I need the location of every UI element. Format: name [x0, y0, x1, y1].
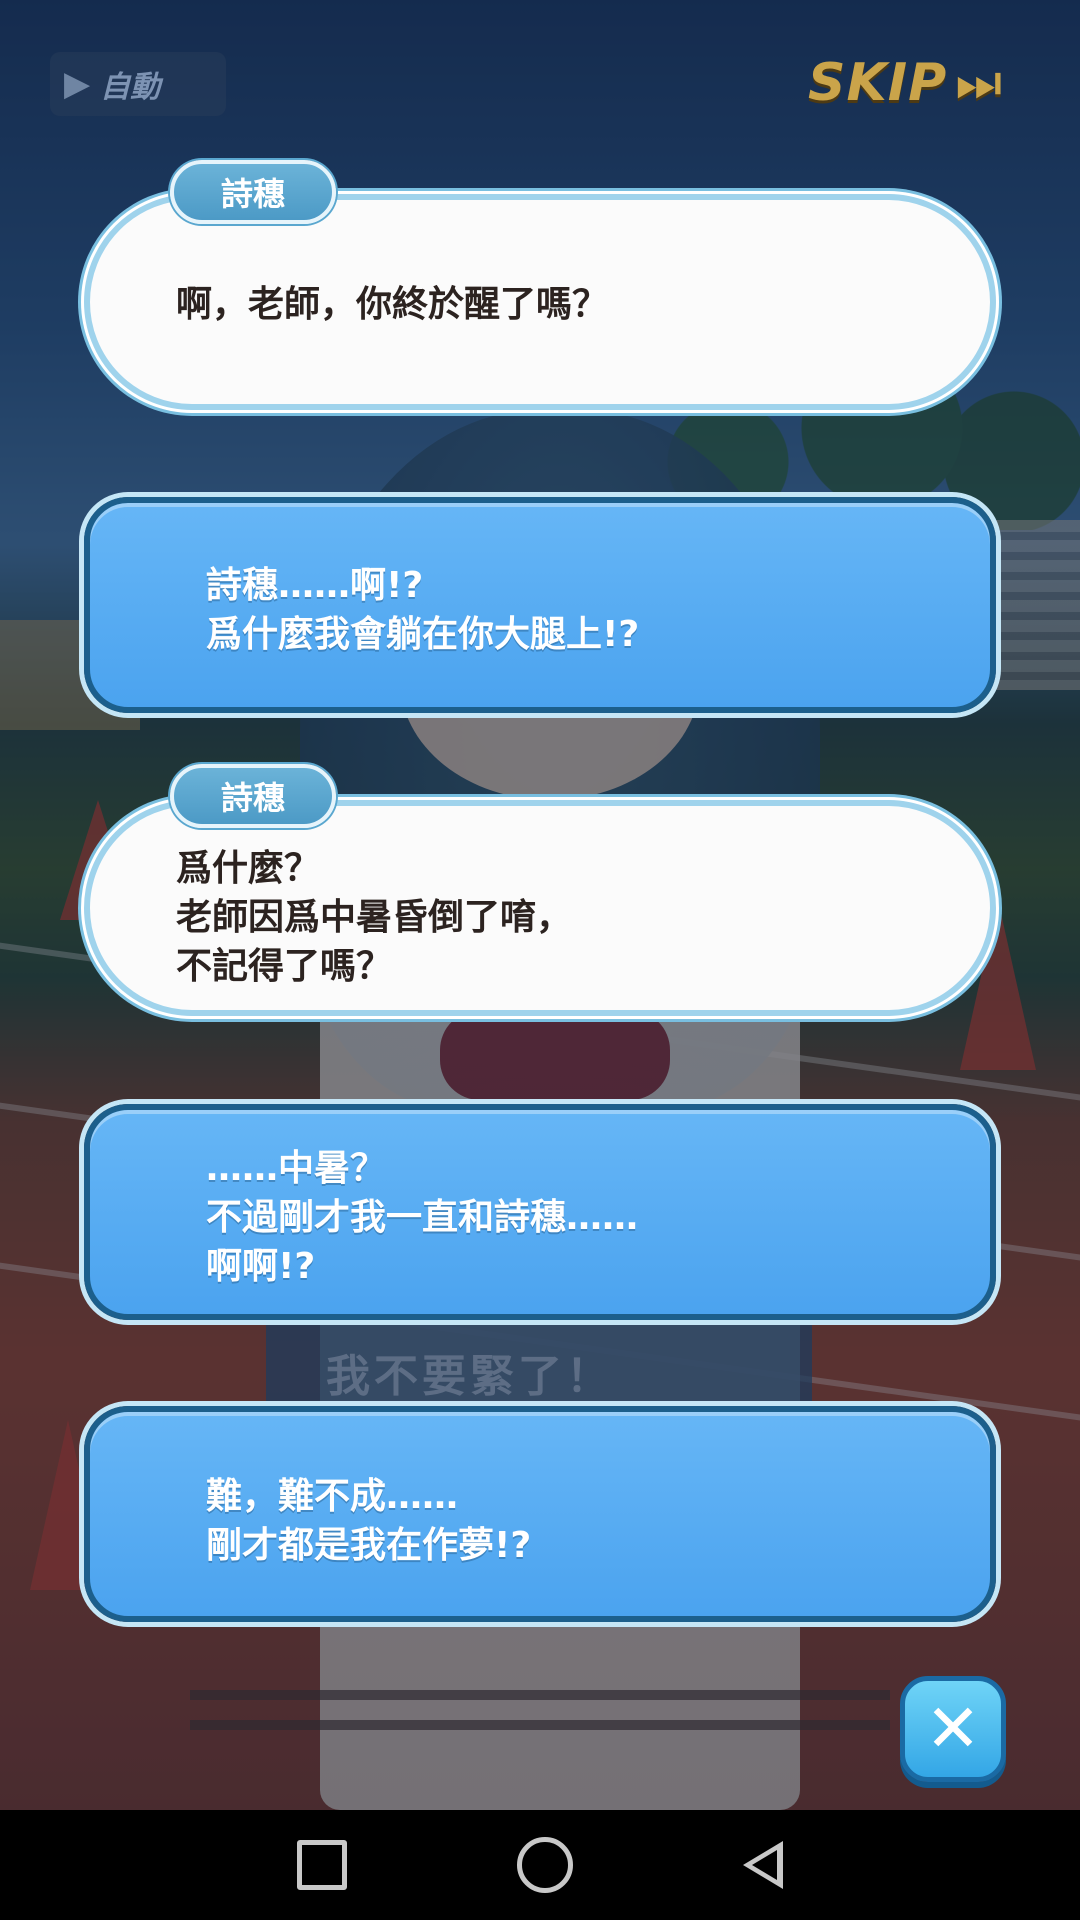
recent-apps-icon[interactable] [297, 1840, 347, 1890]
fast-forward-icon: ⏭ [955, 52, 1003, 113]
dialogue-line: 詩穗……啊!? [206, 565, 424, 606]
dialogue-bubble-3: 爲什麼？ 老師因爲中暑昏倒了唷， 不記得了嗎？ [84, 800, 996, 1016]
auto-play-icon: ▶ [64, 64, 91, 104]
dialogue-line: ……中暑？ [206, 1148, 387, 1189]
dialogue-line: 爲什麼？ [176, 848, 321, 889]
speaker-name-tag: 詩穗 [170, 764, 336, 828]
dialogue-bubble-2: 詩穗……啊!? 爲什麼我會躺在你大腿上!? [84, 497, 996, 713]
close-log-button[interactable]: ✕ [900, 1676, 1006, 1782]
dialogue-bubble-4: ……中暑？ 不過剛才我一直和詩穗…… 啊啊!? [84, 1104, 996, 1320]
home-icon[interactable] [517, 1837, 573, 1893]
game-screen: 我不要緊了！ ▶ 自動 SKIP ⏭ 詩穗 啊，老師，你終於醒了嗎？ 詩穗……啊… [0, 0, 1080, 1920]
close-icon: ✕ [925, 1690, 981, 1767]
system-navigation-bar [0, 1810, 1080, 1920]
dialogue-line: 不記得了嗎？ [176, 946, 393, 987]
skip-button-label: SKIP [808, 53, 948, 113]
speaker-name-tag: 詩穗 [170, 160, 336, 224]
dialogue-line: 不過剛才我一直和詩穗…… [206, 1197, 639, 1238]
dialogue-bubble-1: 啊，老師，你終於醒了嗎？ [84, 194, 996, 410]
dialogue-bubble-5: 難，難不成…… 剛才都是我在作夢!? [84, 1406, 996, 1622]
back-icon[interactable] [743, 1841, 783, 1889]
dialogue-line: 啊啊!? [206, 1246, 316, 1287]
dialogue-line: 啊，老師，你終於醒了嗎？ [176, 284, 609, 325]
dialogue-line: 爲什麼我會躺在你大腿上!? [206, 614, 640, 655]
auto-button[interactable]: ▶ 自動 [50, 52, 226, 116]
dialogue-line: 難，難不成…… [206, 1476, 459, 1517]
skip-button[interactable]: SKIP ⏭ [808, 48, 1038, 118]
auto-button-label: 自動 [100, 70, 161, 105]
dialogue-line: 老師因爲中暑昏倒了唷， [176, 897, 573, 938]
dialogue-line: 剛才都是我在作夢!? [206, 1525, 532, 1566]
